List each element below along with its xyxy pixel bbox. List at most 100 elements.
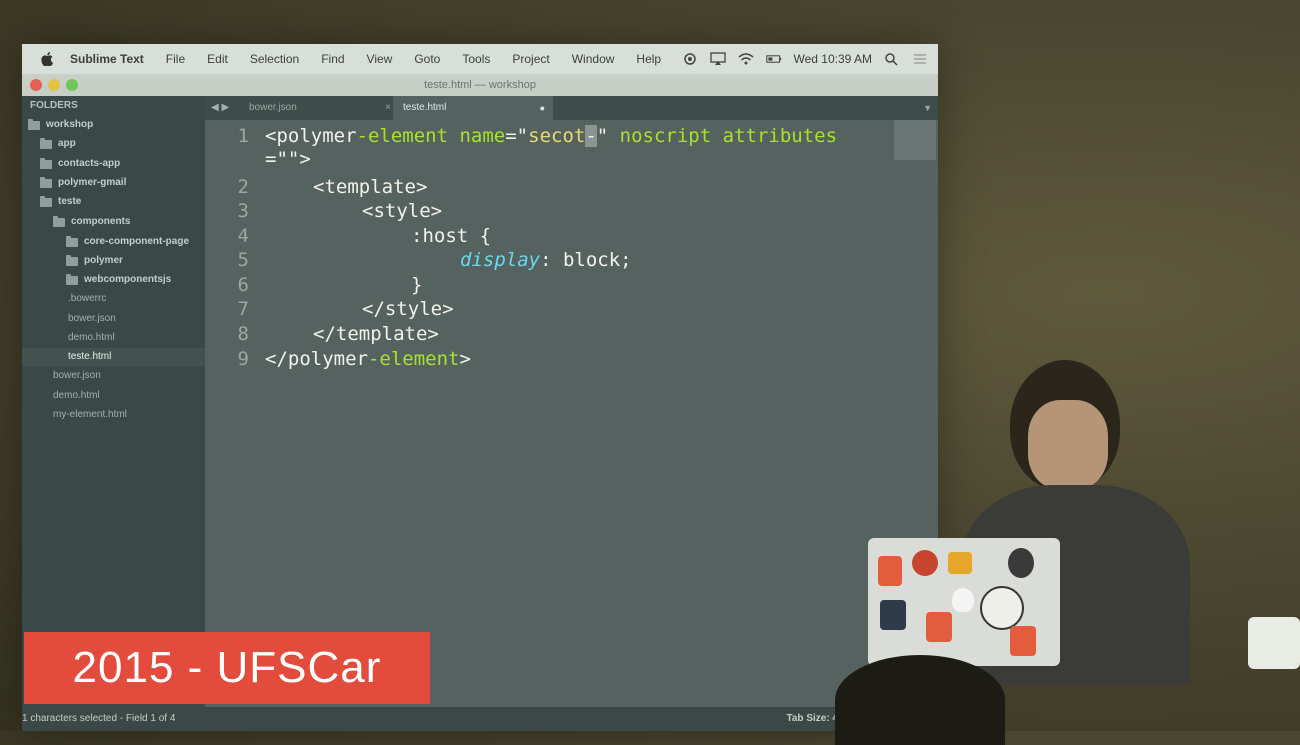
code-token: " xyxy=(596,125,609,147)
folder-icon xyxy=(66,235,78,247)
tree-label: teste xyxy=(58,196,82,207)
projected-screen: Sublime Text File Edit Selection Find Vi… xyxy=(22,44,938,731)
tree-file-my-element-html[interactable]: my-element.html xyxy=(53,406,127,424)
code-line-8: </template> xyxy=(313,323,439,345)
menu-goto[interactable]: Goto xyxy=(414,52,440,66)
menu-view[interactable]: View xyxy=(367,52,393,66)
w3c-sticker-icon xyxy=(980,586,1024,630)
tab-overflow-icon[interactable]: ▼ xyxy=(923,96,932,120)
code-token: -element xyxy=(356,125,449,147)
tree-file-bower-json[interactable]: bower.json xyxy=(68,310,116,328)
folder-open-icon xyxy=(53,215,65,227)
tree-folder-polymer-gmail[interactable]: polymer-gmail xyxy=(40,174,126,192)
spotlight-search-icon[interactable] xyxy=(884,52,900,66)
html5-sticker-icon xyxy=(1010,626,1036,656)
code-content: <polymer-element name="secot-" noscript … xyxy=(205,120,938,707)
wifi-icon[interactable] xyxy=(738,52,754,66)
code-line-7: </style> xyxy=(362,298,454,320)
folders-heading: FOLDERS xyxy=(30,100,78,111)
tree-folder-webcomponentsjs[interactable]: webcomponentsjs xyxy=(66,271,171,289)
tree-folder-workshop[interactable]: workshop xyxy=(28,116,93,134)
code-token: attributes xyxy=(711,125,838,147)
tree-file-demo-html[interactable]: demo.html xyxy=(53,387,100,405)
tab-label: teste.html xyxy=(403,102,447,113)
tree-file-bowerrc[interactable]: .bowerrc xyxy=(68,290,106,308)
tree-label: components xyxy=(71,216,131,227)
notification-center-icon[interactable] xyxy=(912,52,928,66)
sticker-icon xyxy=(880,600,906,630)
tree-label: core-component-page xyxy=(84,236,190,247)
tree-label: app xyxy=(58,138,76,149)
github-sticker-icon xyxy=(1008,548,1034,578)
editor-tabbar: ◀ ▶ bower.json × teste.html ● ▼ xyxy=(205,96,938,120)
sync-icon[interactable] xyxy=(682,52,698,66)
zoom-window-button[interactable] xyxy=(66,79,78,91)
html5-sticker-icon xyxy=(926,612,952,642)
app-name-menu[interactable]: Sublime Text xyxy=(70,52,144,66)
status-selection-info: 1 characters selected - Field 1 of 4 xyxy=(22,713,176,724)
minimize-window-button[interactable] xyxy=(48,79,60,91)
window-controls xyxy=(30,79,78,91)
code-token: : block; xyxy=(540,249,632,271)
tree-folder-core-component-page[interactable]: core-component-page xyxy=(66,233,189,251)
battery-icon[interactable] xyxy=(765,52,782,66)
menu-window[interactable]: Window xyxy=(572,52,615,66)
menu-file[interactable]: File xyxy=(166,52,185,66)
tree-folder-components[interactable]: components xyxy=(53,213,130,231)
tab-dirty-indicator-icon: ● xyxy=(539,103,545,113)
tree-label: contacts-app xyxy=(58,158,121,169)
folder-sidebar: FOLDERS workshop app contacts-app polyme… xyxy=(22,96,245,707)
tree-file-demo-html[interactable]: demo.html xyxy=(68,329,115,347)
tree-folder-teste[interactable]: teste xyxy=(40,193,81,211)
menu-help[interactable]: Help xyxy=(636,52,661,66)
code-editor[interactable]: 1 2 3 4 5 6 7 8 9 <polymer-element name=… xyxy=(205,120,938,707)
tree-folder-polymer[interactable]: polymer xyxy=(66,252,123,270)
menu-project[interactable]: Project xyxy=(512,52,549,66)
tree-label: webcomponentsjs xyxy=(84,274,172,285)
menu-edit[interactable]: Edit xyxy=(207,52,228,66)
event-banner: 2015 - UFSCar xyxy=(24,632,430,704)
tab-teste-html[interactable]: teste.html ● xyxy=(393,96,553,120)
audience-head xyxy=(835,655,1005,745)
code-token: </polymer xyxy=(265,348,368,370)
code-line-1-wrap: =""> xyxy=(265,148,311,170)
tree-folder-app[interactable]: app xyxy=(40,135,76,153)
laptop xyxy=(868,538,1060,666)
code-line-9: </polymer-element> xyxy=(265,348,471,370)
menu-find[interactable]: Find xyxy=(321,52,344,66)
apple-logo-icon xyxy=(952,588,974,612)
folder-icon xyxy=(40,176,52,188)
menubar-clock[interactable]: Wed 10:39 AM xyxy=(794,52,873,66)
tab-nav-arrows-icon[interactable]: ◀ ▶ xyxy=(211,96,229,120)
status-tab-size[interactable]: Tab Size: 4 xyxy=(787,707,839,731)
folder-icon xyxy=(66,254,78,266)
airplay-icon[interactable] xyxy=(709,52,726,66)
window-titlebar: teste.html — workshop xyxy=(22,74,938,96)
window-title: teste.html — workshop xyxy=(424,79,536,91)
coffee-mug xyxy=(1248,617,1300,669)
html5-sticker-icon xyxy=(878,556,902,586)
tree-label: polymer xyxy=(84,255,123,266)
code-token: =" xyxy=(505,125,529,147)
mac-menubar: Sublime Text File Edit Selection Find Vi… xyxy=(22,44,938,74)
folder-icon xyxy=(40,157,52,169)
code-token: > xyxy=(459,348,471,370)
tab-label: bower.json xyxy=(249,102,297,113)
tab-bower-json[interactable]: bower.json × xyxy=(239,96,399,120)
tree-file-bower-json[interactable]: bower.json xyxy=(53,367,101,385)
close-window-button[interactable] xyxy=(30,79,42,91)
apple-menu-icon[interactable] xyxy=(40,52,54,66)
code-line-4: :host { xyxy=(411,225,492,247)
folder-open-icon xyxy=(40,195,52,207)
menu-selection[interactable]: Selection xyxy=(250,52,299,66)
code-token: noscript xyxy=(608,125,712,147)
code-line-5: display: block; xyxy=(460,249,632,271)
code-line-3: <style> xyxy=(362,200,443,222)
code-line-1: <polymer-element name="secot-" noscript … xyxy=(265,125,837,147)
menu-tools[interactable]: Tools xyxy=(462,52,490,66)
code-token: display xyxy=(460,249,541,271)
tab-close-icon[interactable]: × xyxy=(385,96,391,120)
tree-folder-contacts-app[interactable]: contacts-app xyxy=(40,155,120,173)
editor-statusbar: 1 characters selected - Field 1 of 4 Tab… xyxy=(22,707,938,731)
folder-icon xyxy=(66,273,78,285)
